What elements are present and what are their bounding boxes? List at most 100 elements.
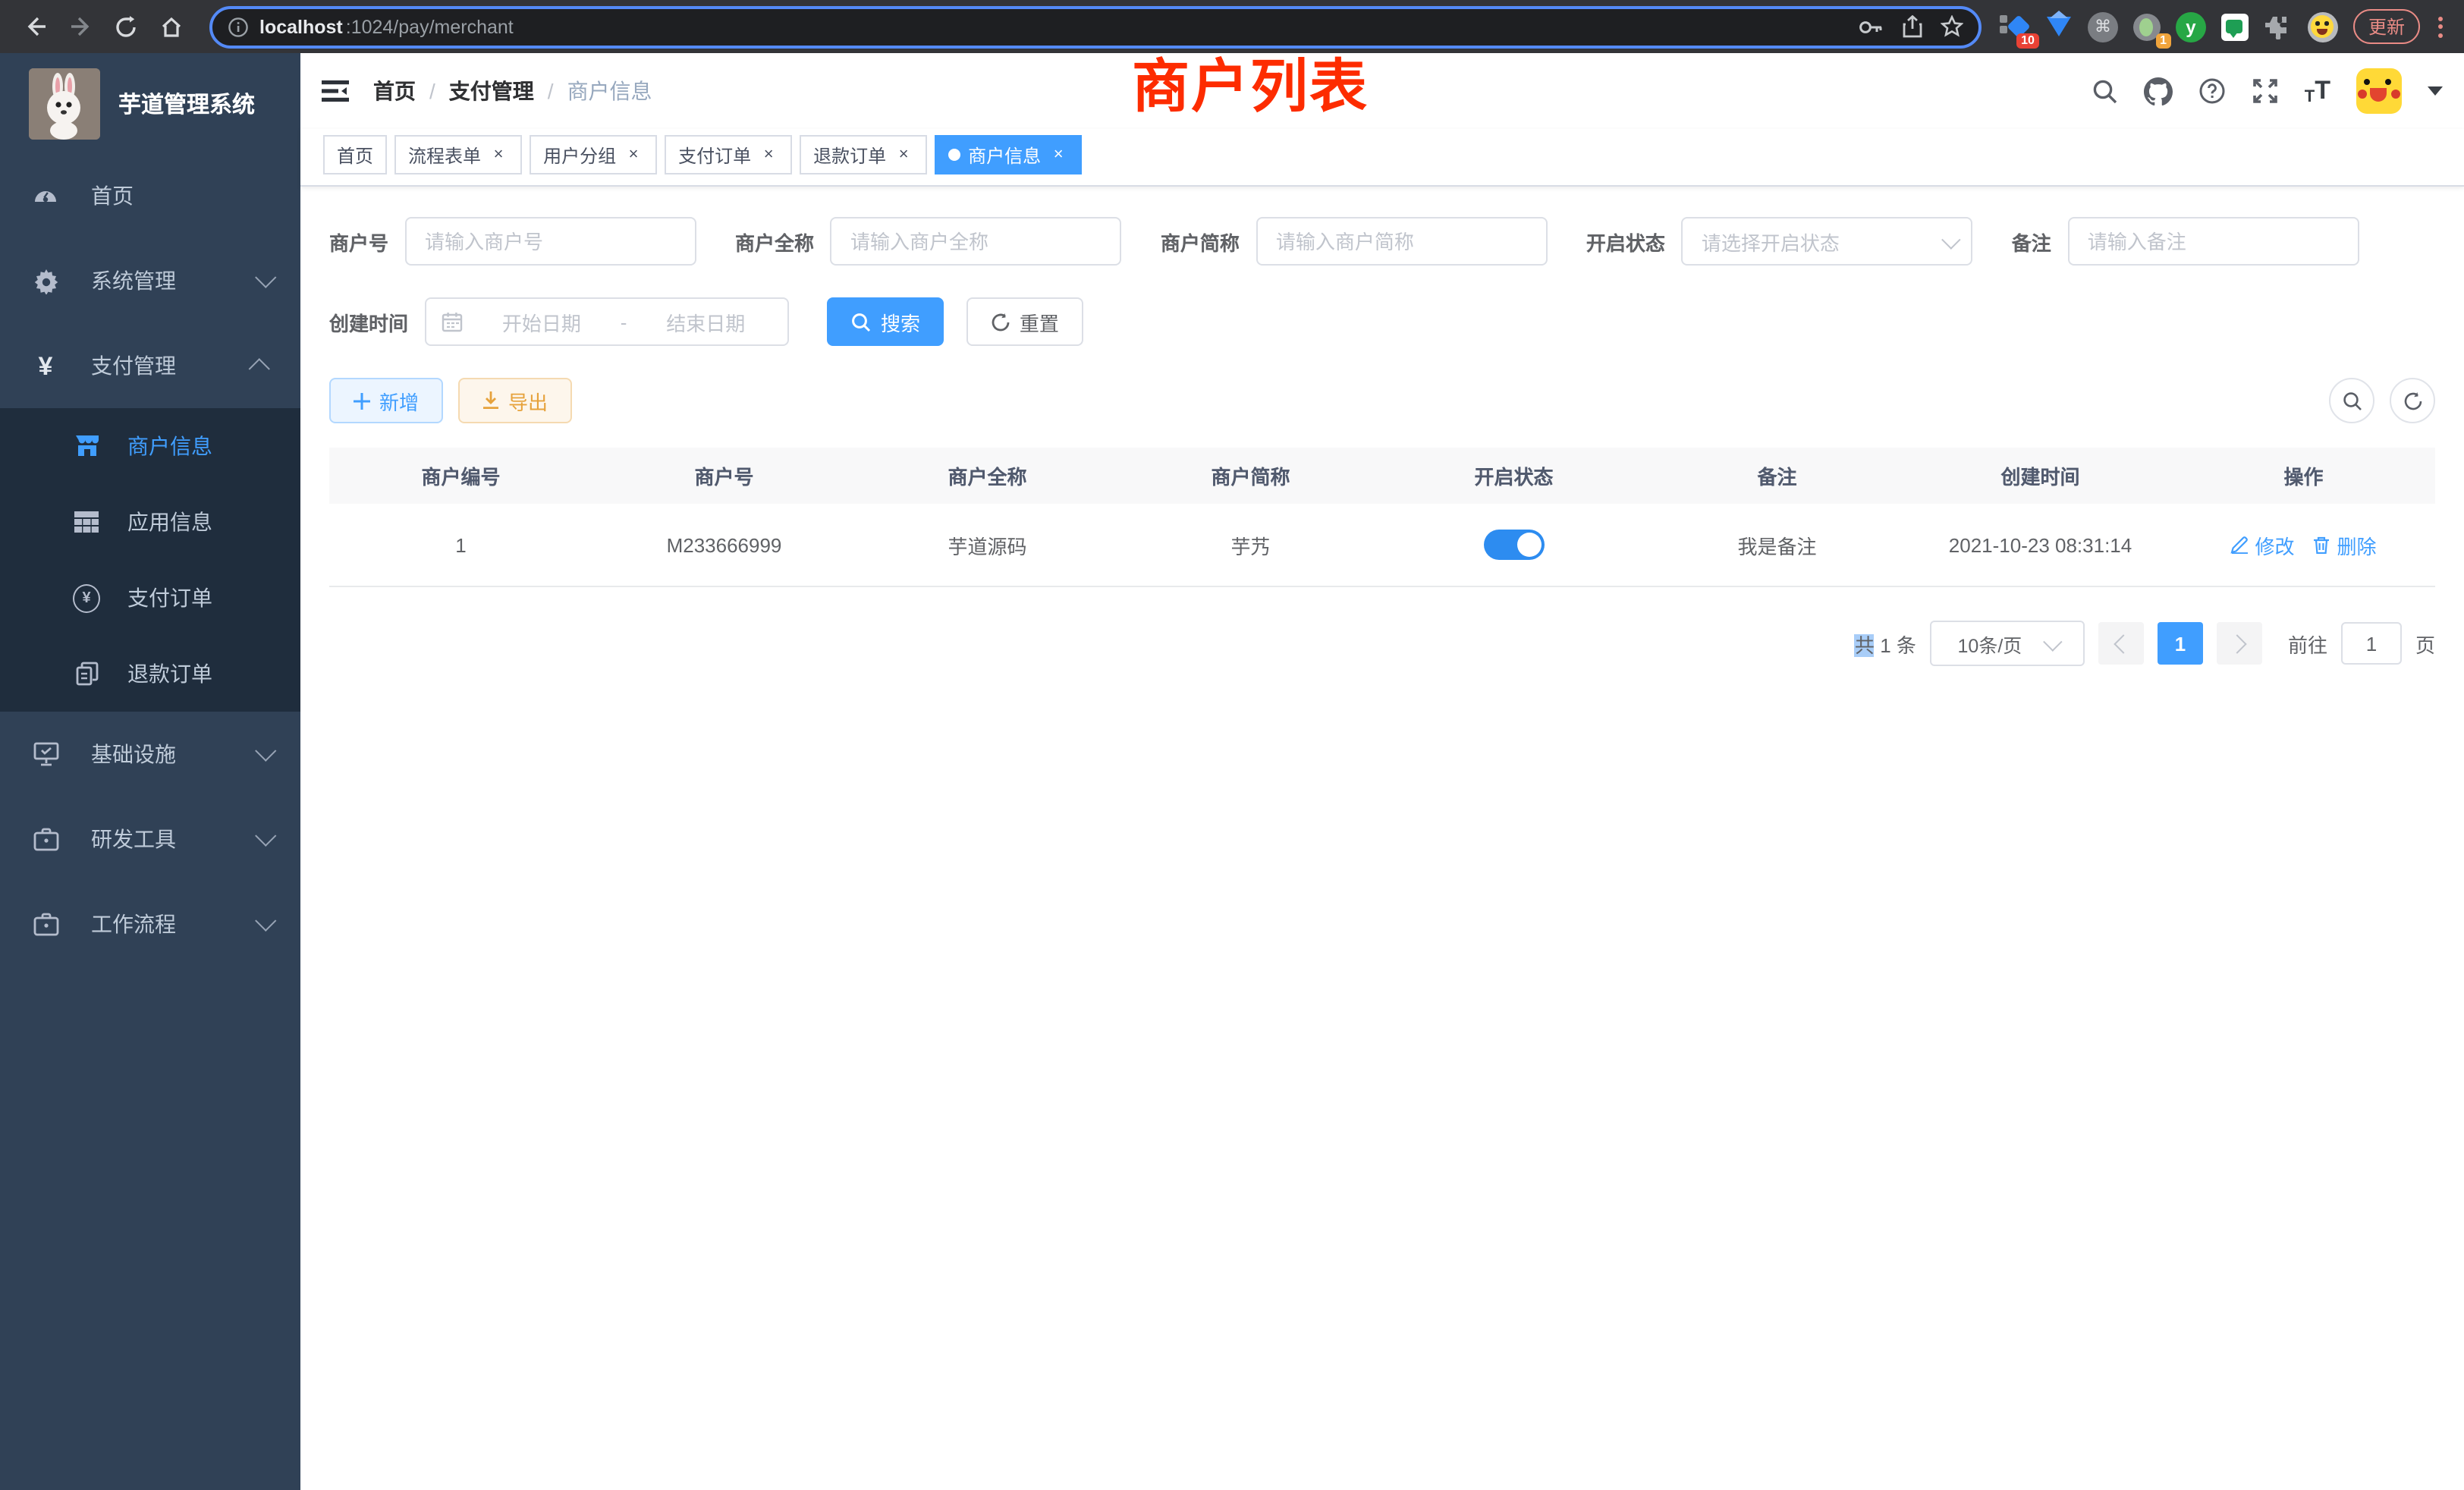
bookmark-star-icon[interactable] (1941, 15, 1963, 38)
close-icon[interactable]: × (489, 145, 508, 165)
export-button[interactable]: 导出 (458, 378, 572, 423)
refresh-icon (991, 312, 1010, 332)
date-range-picker[interactable]: 开始日期 - 结束日期 (425, 297, 789, 346)
close-icon[interactable]: × (1048, 145, 1068, 165)
chrome-update-button[interactable]: 更新 (2353, 9, 2420, 44)
help-icon[interactable] (2198, 77, 2226, 105)
sidebar-item-system[interactable]: 系统管理 (0, 238, 300, 323)
full-name-input[interactable] (831, 217, 1122, 266)
extension-gem-icon[interactable] (2044, 11, 2074, 42)
chevron-up-icon (249, 358, 270, 379)
sidebar-item-dev-tools[interactable]: 研发工具 (0, 797, 300, 882)
extension-camera-icon[interactable]: 1 (2132, 11, 2162, 42)
yuan-icon: ¥ (39, 353, 53, 379)
chevron-down-icon (1942, 229, 1961, 248)
info-icon[interactable] (228, 16, 249, 37)
col-short-name: 商户简称 (1119, 448, 1382, 504)
font-size-icon[interactable]: TT (2305, 76, 2330, 106)
close-icon[interactable]: × (624, 145, 643, 165)
toggle-search-button[interactable] (2329, 378, 2374, 423)
col-merchant-no: 商户号 (592, 448, 856, 504)
sidebar-fold-icon[interactable] (322, 79, 349, 103)
logo-row[interactable]: 芋道管理系统 (0, 53, 300, 153)
sidebar-item-application[interactable]: 应用信息 (0, 484, 300, 560)
page-1-button[interactable]: 1 (2158, 622, 2203, 665)
sidebar-item-home[interactable]: 首页 (0, 153, 300, 238)
status-select[interactable]: 请选择开启状态 (1682, 217, 1973, 266)
sidebar-item-label: 基础设施 (91, 739, 176, 769)
goto-page-input[interactable] (2341, 622, 2402, 665)
home-icon[interactable] (152, 7, 191, 46)
filter-merchant-no: 商户号 (329, 217, 696, 266)
extension-command-icon[interactable]: ⌘ (2088, 11, 2118, 42)
user-avatar[interactable] (2356, 68, 2402, 114)
sidebar-item-refund-order[interactable]: 退款订单 (0, 636, 300, 712)
back-icon[interactable] (15, 7, 55, 46)
extension-badge-orange: 1 (2155, 33, 2171, 48)
delete-button[interactable]: 删除 (2313, 530, 2377, 559)
url-bar[interactable]: localhost:1024/pay/merchant (209, 5, 1982, 48)
profile-avatar-icon[interactable] (2308, 11, 2338, 42)
share-icon[interactable] (1903, 15, 1922, 38)
tab-merchant-active[interactable]: 商户信息× (935, 135, 1082, 174)
extension-badge: 10 (2016, 33, 2039, 48)
filter-create-time: 创建时间 开始日期 - 结束日期 (329, 297, 789, 346)
filter-label: 开启状态 (1586, 227, 1665, 256)
page-size-select[interactable]: 10条/页 (1930, 621, 2085, 666)
dashboard-icon (30, 182, 61, 209)
sidebar-item-payment[interactable]: ¥ 支付管理 (0, 323, 300, 408)
sidebar-item-infrastructure[interactable]: 基础设施 (0, 712, 300, 797)
extension-chat-icon[interactable] (2220, 11, 2250, 42)
password-key-icon[interactable] (1859, 17, 1884, 36)
gear-icon (30, 268, 61, 294)
close-icon[interactable]: × (894, 145, 913, 165)
remark-input[interactable] (2068, 217, 2359, 266)
col-remark: 备注 (1645, 448, 1909, 504)
tab-home[interactable]: 首页 (323, 135, 387, 174)
sidebar-menu: 首页 系统管理 ¥ 支付管理 (0, 153, 300, 1490)
document-copy-icon (73, 662, 100, 686)
active-dot (948, 149, 960, 161)
tab-pay-order[interactable]: 支付订单× (665, 135, 792, 174)
chrome-menu-icon[interactable] (2438, 16, 2443, 37)
breadcrumb-home[interactable]: 首页 (373, 76, 416, 106)
sidebar-item-workflow[interactable]: 工作流程 (0, 882, 300, 967)
reset-button[interactable]: 重置 (966, 297, 1083, 346)
extension-icons: 10 ⌘ 1 y (2000, 11, 2338, 42)
extensions-puzzle-icon[interactable] (2264, 11, 2294, 42)
add-button[interactable]: 新增 (329, 378, 443, 423)
search-icon (852, 312, 872, 332)
extension-grid-diamond-icon[interactable]: 10 (2000, 11, 2030, 42)
status-toggle[interactable] (1484, 530, 1545, 560)
avatar-dropdown-caret-icon[interactable] (2428, 86, 2443, 96)
goto-unit: 页 (2415, 629, 2435, 658)
edit-button[interactable]: 修改 (2230, 530, 2294, 559)
search-button[interactable]: 搜索 (828, 297, 944, 346)
col-merchant-id: 商户编号 (329, 448, 592, 504)
short-name-input[interactable] (1256, 217, 1548, 266)
close-icon[interactable]: × (759, 145, 778, 165)
extension-y-icon[interactable]: y (2176, 11, 2206, 42)
breadcrumb-current: 商户信息 (567, 76, 652, 106)
screen: localhost:1024/pay/merchant 10 ⌘ 1 y (0, 0, 2464, 1490)
sidebar-item-merchant[interactable]: 商户信息 (0, 408, 300, 484)
tab-process-form[interactable]: 流程表单× (394, 135, 522, 174)
trash-icon (2313, 536, 2331, 554)
tab-user-group[interactable]: 用户分组× (530, 135, 657, 174)
merchant-no-input[interactable] (405, 217, 696, 266)
breadcrumb-payment[interactable]: 支付管理 (449, 76, 534, 106)
goto-label: 前往 (2288, 629, 2327, 658)
reload-icon[interactable] (106, 7, 146, 46)
prev-page-button[interactable] (2098, 622, 2144, 665)
refresh-table-button[interactable] (2390, 378, 2435, 423)
url-host: localhost (259, 16, 343, 37)
page-content: 商户号 商户全称 商户简称 开启状态 请选择开启状态 (300, 187, 2464, 666)
next-page-button[interactable] (2217, 622, 2262, 665)
filter-label: 商户号 (329, 227, 388, 256)
tab-refund-order[interactable]: 退款订单× (800, 135, 927, 174)
forward-icon[interactable] (61, 7, 100, 46)
fullscreen-icon[interactable] (2252, 77, 2279, 105)
header-search-icon[interactable] (2092, 78, 2118, 104)
sidebar-item-pay-order[interactable]: ¥ 支付订单 (0, 560, 300, 636)
github-icon[interactable] (2144, 77, 2173, 105)
